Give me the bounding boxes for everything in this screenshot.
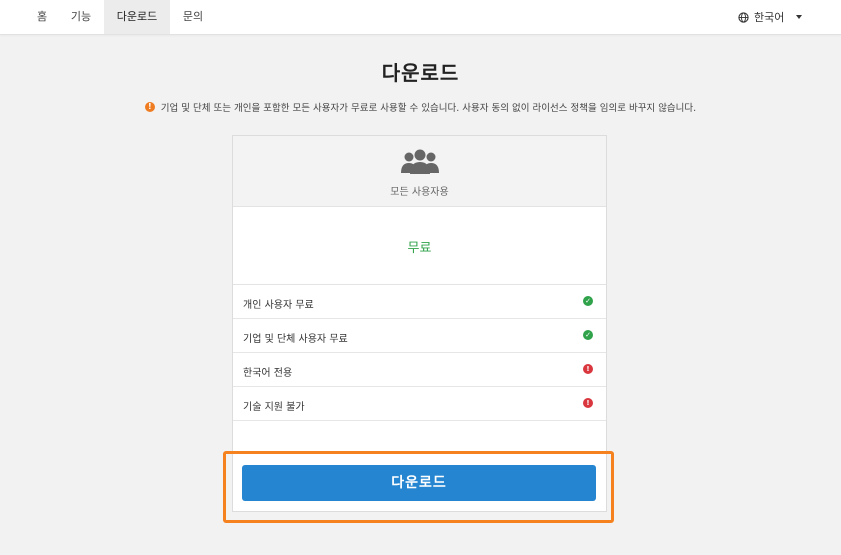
feature-label: 기업 및 단체 사용자 무료 bbox=[243, 334, 348, 345]
nav-item-features[interactable]: 기능 bbox=[64, 0, 98, 34]
feature-row: 한국어 전용 ! bbox=[233, 353, 606, 387]
exclamation-circle-icon: ! bbox=[144, 102, 155, 112]
card-header: 모든 사용자용 bbox=[233, 136, 606, 207]
exclamation-circle-icon: ! bbox=[583, 398, 593, 408]
feature-row: 기술 지원 불가 ! bbox=[233, 387, 606, 421]
users-icon bbox=[401, 149, 439, 174]
nav-item-home[interactable]: 홈 bbox=[30, 0, 54, 34]
feature-label: 한국어 전용 bbox=[243, 368, 293, 379]
check-circle-icon: ✓ bbox=[583, 330, 593, 340]
license-notice: ! 기업 및 단체 또는 개인을 포함한 모든 사용자가 무료로 사용할 수 있… bbox=[0, 100, 841, 114]
nav-item-contact[interactable]: 문의 bbox=[176, 0, 210, 34]
globe-icon bbox=[738, 11, 749, 23]
card-header-label: 모든 사용자용 bbox=[390, 187, 449, 198]
feature-row: 개인 사용자 무료 ✓ bbox=[233, 285, 606, 319]
feature-label: 기술 지원 불가 bbox=[243, 402, 305, 413]
feature-label: 개인 사용자 무료 bbox=[243, 300, 314, 311]
page-title: 다운로드 bbox=[381, 61, 460, 85]
nav-item-download[interactable]: 다운로드 bbox=[104, 0, 170, 34]
price-label: 무료 bbox=[407, 241, 432, 256]
exclamation-circle-icon: ! bbox=[583, 364, 593, 374]
top-navigation: 홈 기능 다운로드 문의 한국어 bbox=[0, 0, 841, 35]
notice-text: 기업 및 단체 또는 개인을 포함한 모든 사용자가 무료로 사용할 수 있습니… bbox=[160, 103, 697, 114]
download-button[interactable]: 다운로드 bbox=[242, 465, 596, 501]
price-box: 무료 bbox=[233, 207, 606, 285]
caret-down-icon bbox=[796, 15, 803, 19]
language-label: 한국어 bbox=[754, 11, 785, 24]
feature-row: 기업 및 단체 사용자 무료 ✓ bbox=[233, 319, 606, 353]
check-circle-icon: ✓ bbox=[583, 296, 593, 306]
language-selector[interactable]: 한국어 bbox=[738, 0, 805, 34]
